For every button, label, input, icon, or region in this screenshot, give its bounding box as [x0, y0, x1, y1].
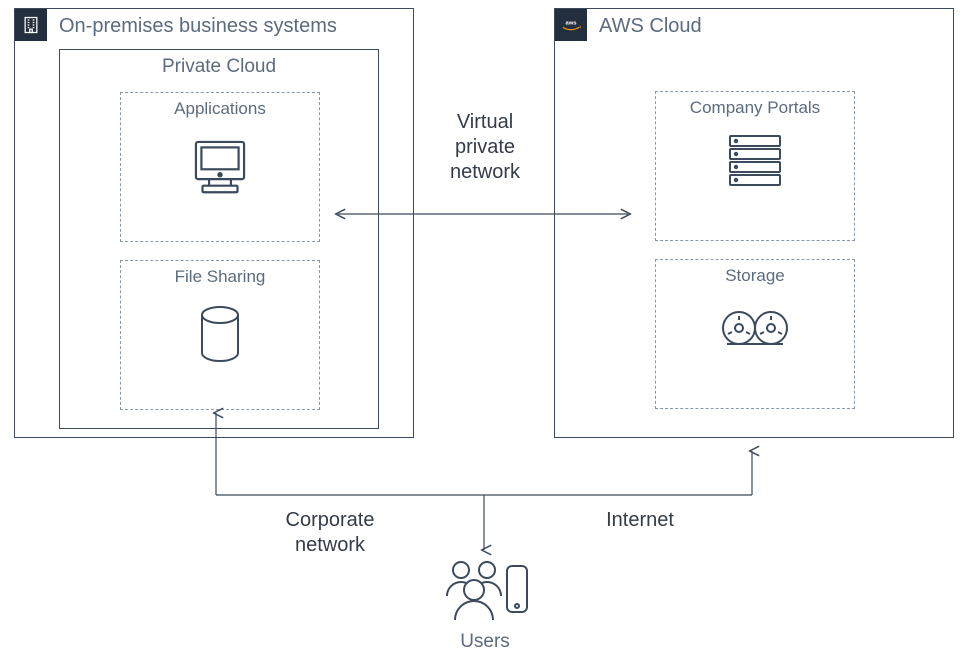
company-portals-label: Company Portals: [656, 98, 854, 118]
vpn-connector: [333, 204, 633, 224]
architecture-diagram: On-premises business systems Private Clo…: [0, 0, 974, 664]
server-rack-icon: [720, 130, 790, 190]
users-icon: [435, 556, 535, 624]
building-icon: [15, 9, 47, 41]
file-sharing-box: File Sharing: [120, 260, 320, 410]
aws-cloud-title: AWS Cloud: [599, 15, 702, 38]
applications-label: Applications: [121, 99, 319, 119]
users-group: Users: [430, 556, 540, 653]
onprem-title: On-premises business systems: [59, 15, 337, 38]
aws-logo-icon: aws: [555, 9, 587, 41]
computer-icon: [185, 131, 255, 201]
users-label: Users: [430, 631, 540, 653]
company-portals-box: Company Portals: [655, 91, 855, 241]
file-sharing-label: File Sharing: [121, 267, 319, 287]
applications-box: Applications: [120, 92, 320, 242]
private-cloud-region: Private Cloud Applications Fi: [59, 49, 379, 429]
storage-box: Storage: [655, 259, 855, 409]
private-cloud-title: Private Cloud: [60, 56, 378, 78]
corporate-label: Corporate network: [260, 508, 400, 558]
cylinder-icon: [192, 303, 248, 367]
internet-label: Internet: [580, 508, 700, 533]
tape-reels-icon: [715, 306, 795, 352]
svg-text:aws: aws: [565, 20, 576, 26]
vpn-label: Virtual private network: [420, 110, 550, 185]
storage-label: Storage: [656, 266, 854, 286]
